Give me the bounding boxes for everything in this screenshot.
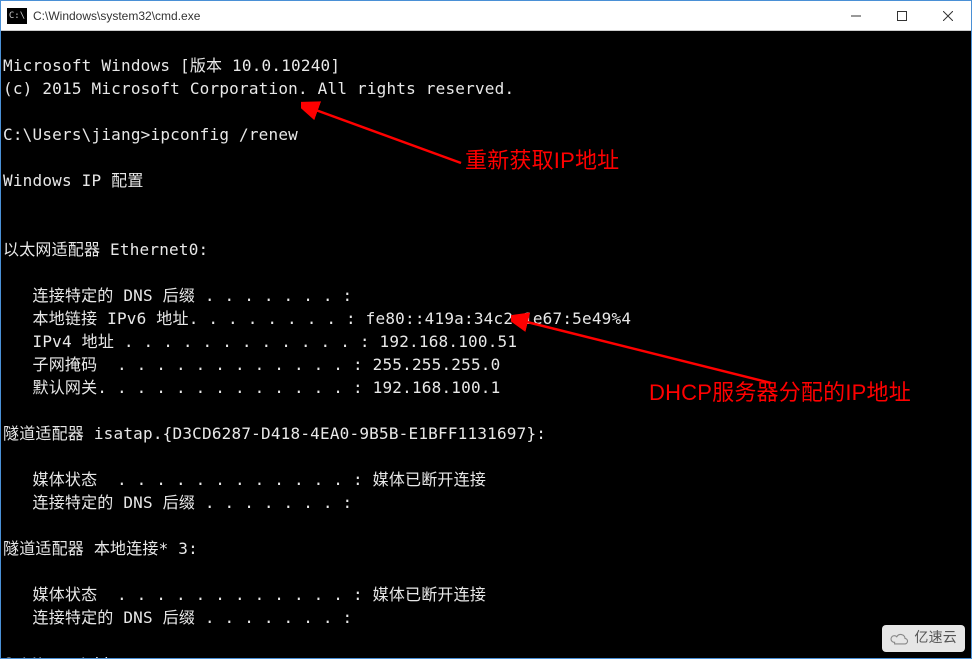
line-copyright: (c) 2015 Microsoft Corporation. All righ… (3, 79, 514, 98)
maximize-button[interactable] (879, 1, 925, 30)
line-eth-ipv6: 本地链接 IPv6 地址. . . . . . . . : fe80::419a… (3, 309, 631, 328)
annotation-renew: 重新获取IP地址 (465, 149, 619, 172)
watermark-badge: 亿速云 (882, 625, 965, 652)
maximize-icon (897, 11, 907, 21)
line-prompt-final: C:\Users\jiang> (3, 654, 160, 658)
line-eth-title: 以太网适配器 Ethernet0: (3, 240, 208, 259)
terminal-output[interactable]: Microsoft Windows [版本 10.0.10240] (c) 20… (1, 31, 971, 658)
line-eth-gateway: 默认网关. . . . . . . . . . . . . : 192.168.… (3, 378, 500, 397)
line-eth-ipv4: IPv4 地址 . . . . . . . . . . . . : 192.16… (3, 332, 517, 351)
close-icon (943, 11, 953, 21)
arrow-renew-icon (301, 101, 471, 171)
close-button[interactable] (925, 1, 971, 30)
line-version: Microsoft Windows [版本 10.0.10240] (3, 56, 340, 75)
line-eth-dns: 连接特定的 DNS 后缀 . . . . . . . : (3, 286, 352, 305)
minimize-button[interactable] (833, 1, 879, 30)
line-isatap-dns: 连接特定的 DNS 后缀 . . . . . . . : (3, 493, 352, 512)
line-prompt-renew: C:\Users\jiang>ipconfig /renew (3, 125, 298, 144)
line-local3-dns: 连接特定的 DNS 后缀 . . . . . . . : (3, 608, 352, 627)
watermark-text: 亿速云 (914, 627, 957, 650)
prompt-text: C:\Users\jiang> (3, 654, 151, 658)
line-ipcfg-heading: Windows IP 配置 (3, 171, 144, 190)
minimize-icon (851, 11, 861, 21)
line-isatap-media: 媒体状态 . . . . . . . . . . . . : 媒体已断开连接 (3, 470, 486, 489)
line-eth-mask: 子网掩码 . . . . . . . . . . . . : 255.255.2… (3, 355, 500, 374)
cloud-icon (888, 632, 910, 646)
window-controls (833, 1, 971, 30)
line-local3-media: 媒体状态 . . . . . . . . . . . . : 媒体已断开连接 (3, 585, 486, 604)
line-local3-title: 隧道适配器 本地连接* 3: (3, 539, 198, 558)
annotation-dhcp: DHCP服务器分配的IP地址 (649, 381, 911, 404)
line-isatap-title: 隧道适配器 isatap.{D3CD6287-D418-4EA0-9B5B-E1… (3, 424, 546, 443)
titlebar: C:\ C:\Windows\system32\cmd.exe (1, 1, 971, 31)
window-title: C:\Windows\system32\cmd.exe (33, 9, 833, 23)
cmd-window: C:\ C:\Windows\system32\cmd.exe Microsof… (0, 0, 972, 659)
app-icon: C:\ (7, 8, 27, 24)
